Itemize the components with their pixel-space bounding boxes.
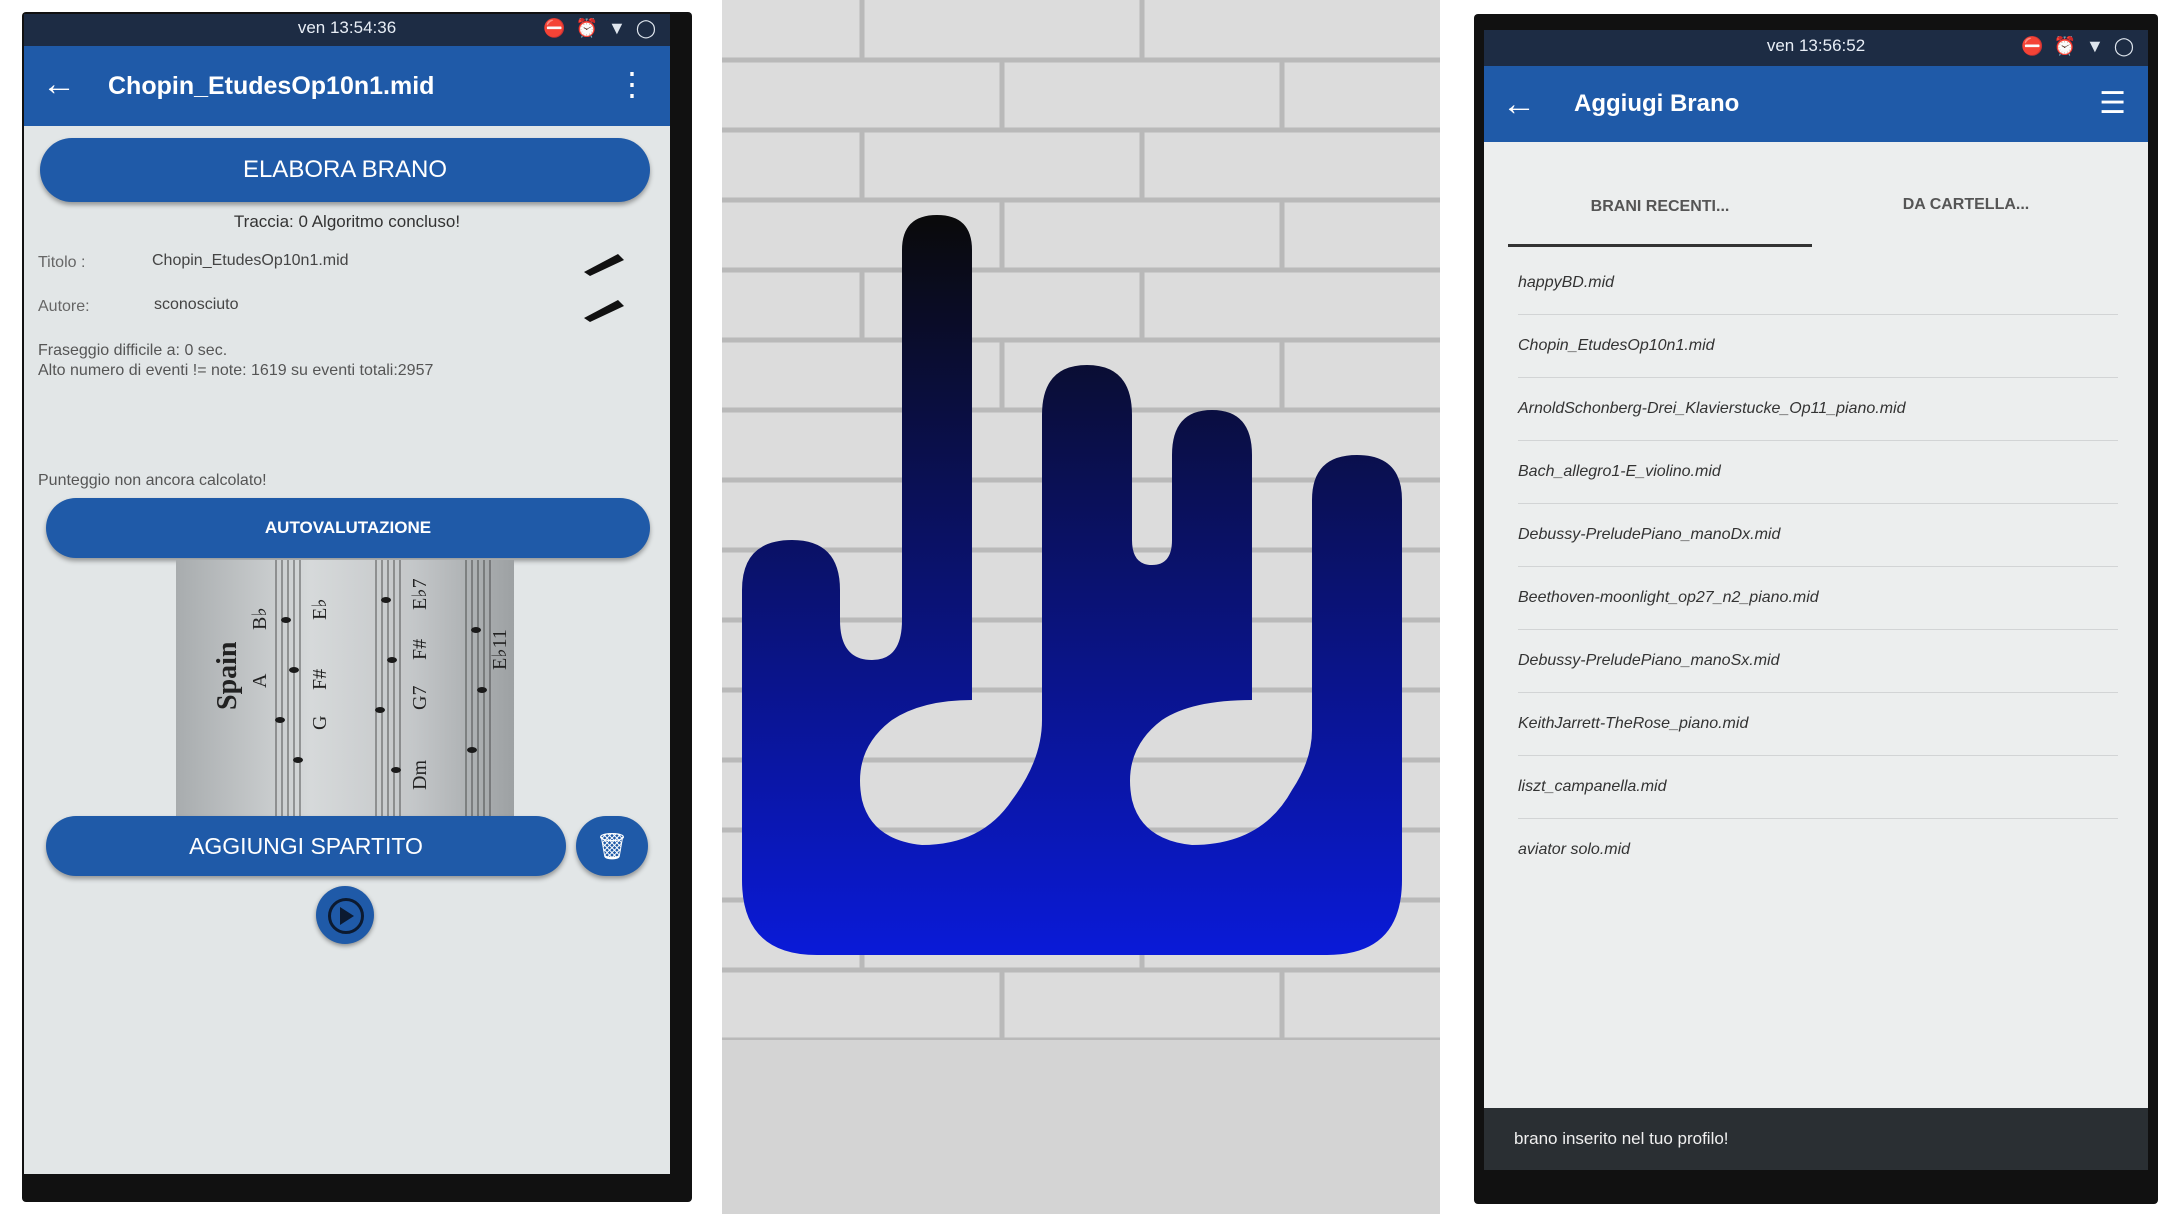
tab-da-cartella[interactable]: DA CARTELLA...: [1814, 196, 2118, 214]
hamburger-menu-icon[interactable]: ☰: [2099, 84, 2126, 124]
snackbar-message: brano inserito nel tuo profilo!: [1484, 1108, 2148, 1170]
overflow-menu-icon[interactable]: ⋮: [616, 64, 648, 104]
status-icons: ⛔ ⏰ ▼ ◯: [2021, 36, 2134, 57]
right-phone: ven 13:56:52 ⛔ ⏰ ▼ ◯ ← Aggiugi Brano ☰ B…: [1474, 14, 2158, 1204]
alarm-icon: ⏰: [2053, 36, 2077, 56]
brick-wall-background: [722, 0, 1440, 1214]
sheet-music-drawing: Spain B♭ A G F# E♭ G7 F# E♭7 Dm E♭11: [212, 560, 511, 818]
list-item[interactable]: KeithJarrett-TheRose_piano.mid: [1518, 693, 2118, 756]
author-label: Autore:: [38, 298, 90, 315]
sheet-word: E♭7: [409, 578, 431, 610]
tab-bar: BRANI RECENTI... DA CARTELLA...: [1484, 180, 2148, 236]
sheet-word: G: [309, 716, 331, 730]
add-song-screen: ven 13:56:52 ⛔ ⏰ ▼ ◯ ← Aggiugi Brano ☰ B…: [1484, 30, 2148, 1170]
list-item[interactable]: Bach_allegro1-E_violino.mid: [1518, 441, 2118, 504]
list-item[interactable]: Chopin_EtudesOp10n1.mid: [1518, 315, 2118, 378]
back-arrow-icon[interactable]: ←: [42, 64, 76, 104]
status-bar: ven 13:56:52 ⛔ ⏰ ▼ ◯: [1484, 30, 2148, 66]
list-item[interactable]: Debussy-PreludePiano_manoSx.mid: [1518, 630, 2118, 693]
active-tab-indicator: [1508, 244, 1812, 247]
battery-icon: ◯: [2113, 36, 2134, 56]
sheet-word: E♭11: [489, 629, 511, 670]
list-item[interactable]: liszt_campanella.mid: [1518, 756, 2118, 819]
sheet-word: E♭: [309, 598, 331, 620]
song-detail-screen: ven 13:54:36 ⛔ ⏰ ▼ ◯ ← Chopin_EtudesOp10…: [24, 14, 670, 1174]
dnd-icon: ⛔: [543, 18, 566, 38]
track-status: Traccia: 0 Algoritmo concluso!: [233, 212, 461, 231]
alarm-icon: ⏰: [575, 18, 599, 38]
wifi-icon: ▼: [2086, 36, 2104, 56]
pencil-icon[interactable]: [578, 294, 628, 324]
sheet-word: Spain: [212, 641, 243, 710]
sheet-word: Dm: [409, 760, 431, 790]
left-phone: ven 13:54:36 ⛔ ⏰ ▼ ◯ ← Chopin_EtudesOp10…: [22, 12, 692, 1202]
battery-icon: ◯: [635, 18, 656, 38]
score-status: Punteggio non ancora calcolato!: [38, 472, 267, 489]
phrasing-info: Fraseggio difficile a: 0 sec.: [38, 342, 228, 359]
title-value: Chopin_EtudesOp10n1.mid: [152, 252, 349, 269]
tab-brani-recenti[interactable]: BRANI RECENTI...: [1508, 198, 1812, 216]
back-arrow-icon[interactable]: ←: [1502, 84, 1536, 124]
sheet-word: A: [249, 673, 271, 688]
author-value: sconosciuto: [154, 296, 239, 313]
sheet-word: G7: [409, 686, 431, 710]
list-item[interactable]: ArnoldSchonberg-Drei_Klavierstucke_Op11_…: [1518, 378, 2118, 441]
logo-brick-wall: [722, 0, 1440, 1214]
sheet-word: B♭: [249, 607, 271, 630]
sheet-music-image: Spain B♭ A G F# E♭ G7 F# E♭7 Dm E♭11: [176, 560, 514, 818]
page-title: Chopin_EtudesOp10n1.mid: [108, 72, 435, 100]
list-item[interactable]: happyBD.mid: [1518, 252, 2118, 315]
status-icons: ⛔ ⏰ ▼ ◯: [543, 18, 656, 39]
page-title: Aggiugi Brano: [1574, 90, 1740, 117]
sheet-word: F#: [409, 639, 431, 660]
wifi-icon: ▼: [608, 18, 626, 38]
status-bar: ven 13:54:36 ⛔ ⏰ ▼ ◯: [24, 14, 670, 46]
autovalutazione-button[interactable]: AUTOVALUTAZIONE: [46, 498, 650, 558]
list-item[interactable]: aviator solo.mid: [1518, 819, 2118, 881]
elabora-brano-button[interactable]: ELABORA BRANO: [40, 138, 650, 202]
list-item[interactable]: Debussy-PreludePiano_manoDx.mid: [1518, 504, 2118, 567]
app-bar: ← Chopin_EtudesOp10n1.mid ⋮: [24, 46, 670, 126]
aggiungi-spartito-button[interactable]: AGGIUNGI SPARTITO: [46, 816, 566, 876]
dnd-icon: ⛔: [2021, 36, 2044, 56]
events-info: Alto numero di eventi != note: 1619 su e…: [38, 362, 434, 379]
list-item[interactable]: Beethoven-moonlight_op27_n2_piano.mid: [1518, 567, 2118, 630]
pencil-icon[interactable]: [578, 248, 628, 278]
title-label: Titolo :: [38, 254, 86, 271]
trash-icon[interactable]: 🗑: [576, 816, 648, 876]
app-bar: ← Aggiugi Brano ☰: [1484, 66, 2148, 142]
play-icon[interactable]: [316, 886, 374, 944]
sheet-word: F#: [309, 669, 331, 690]
